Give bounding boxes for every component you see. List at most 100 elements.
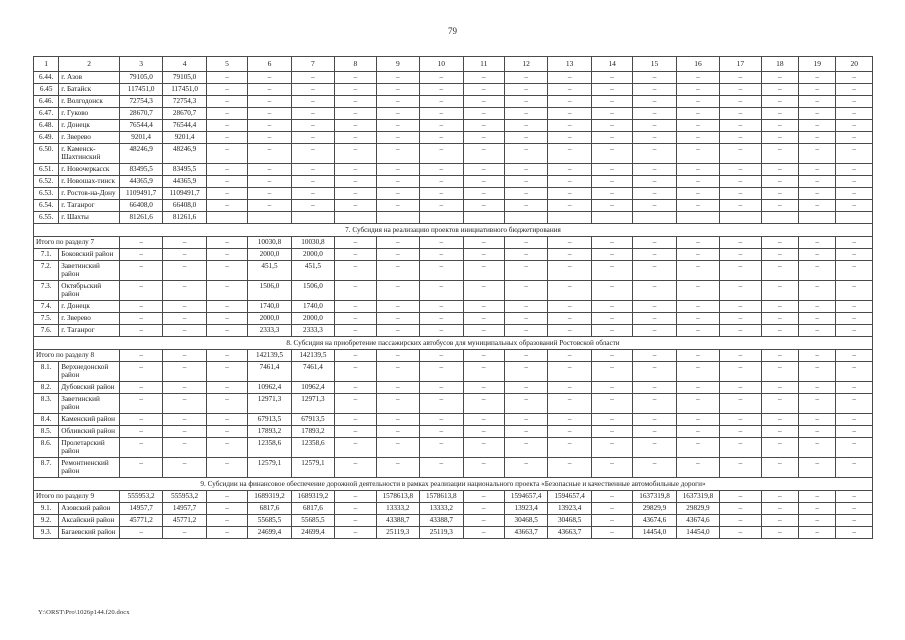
row-municipality-name: г. Новочеркасск xyxy=(58,162,120,176)
row-value-col-5: – xyxy=(205,424,249,438)
section-total-value-11: – xyxy=(462,489,505,503)
row-value-col-14: – xyxy=(590,162,634,176)
row-value-col-6: 6817,6 xyxy=(247,501,292,515)
row-value-col-17: – xyxy=(719,311,762,325)
row-value-col-5: – xyxy=(205,380,249,394)
row-municipality-name: Азовский район xyxy=(58,501,120,515)
row-value-col-6: – xyxy=(247,143,292,164)
row-value-col-11: – xyxy=(462,71,505,84)
row-value-col-8: – xyxy=(334,513,377,527)
row-value-col-16: – xyxy=(675,71,721,84)
row-value-col-13: – xyxy=(547,392,592,414)
row-value-col-17: – xyxy=(719,323,762,337)
row-value-col-9: – xyxy=(375,186,421,200)
row-value-col-12: – xyxy=(503,380,549,394)
row-value-col-6: 12971,3 xyxy=(247,392,292,414)
row-value-col-20: – xyxy=(835,360,873,382)
row-value-col-13: – xyxy=(547,174,592,188)
row-value-col-4: – xyxy=(162,380,207,394)
row-value-col-18: – xyxy=(760,525,800,539)
row-value-col-15: – xyxy=(632,436,677,458)
row-value-col-10: – xyxy=(419,392,464,414)
row-value-col-8: – xyxy=(334,412,377,426)
row-value-col-7: – xyxy=(290,95,336,108)
row-value-col-18: – xyxy=(760,380,800,394)
row-municipality-name: Багаевский район xyxy=(58,525,120,539)
row-value-col-14: – xyxy=(590,380,634,394)
row-value-col-19: – xyxy=(798,95,837,108)
row-value-col-19: – xyxy=(798,186,837,200)
row-value-col-10 xyxy=(419,210,464,224)
section-total-label: Итого по разделу 7 xyxy=(33,235,120,249)
row-value-col-17: – xyxy=(719,525,762,539)
row-value-col-7: 17893,2 xyxy=(290,424,336,438)
row-number: 6.50. xyxy=(32,143,60,164)
column-number-6: 6 xyxy=(247,56,292,72)
section-total-value-13: – xyxy=(547,348,592,362)
row-value-col-5: – xyxy=(205,198,249,212)
row-value-col-12: – xyxy=(503,247,549,261)
row-value-col-15: – xyxy=(632,279,677,301)
row-value-col-9: – xyxy=(375,380,421,394)
row-value-col-7: 2000,0 xyxy=(290,247,336,261)
row-value-col-9: – xyxy=(375,311,421,325)
row-value-col-10: – xyxy=(419,424,464,438)
column-number-20: 20 xyxy=(835,56,873,72)
row-value-col-3: 14957,7 xyxy=(118,501,164,515)
row-value-col-6: 24699,4 xyxy=(247,525,292,539)
row-value-col-11: – xyxy=(462,525,505,539)
row-value-col-19: – xyxy=(798,525,837,539)
row-value-col-4: 76544,4 xyxy=(162,119,207,132)
column-number-10: 10 xyxy=(419,56,464,72)
section-total-value-14: – xyxy=(590,235,634,249)
row-value-col-14: – xyxy=(590,259,634,281)
row-value-col-4: 45771,2 xyxy=(162,513,207,527)
section-total-value-16: 1637319,8 xyxy=(675,489,721,503)
row-number: 9.2. xyxy=(32,513,60,527)
row-value-col-11: – xyxy=(462,143,505,164)
column-number-2: 2 xyxy=(58,56,120,72)
row-value-col-11: – xyxy=(462,513,505,527)
row-value-col-5: – xyxy=(205,174,249,188)
table-row: 6.51. г. Новочеркасск 83495,5 83495,5– – – – – –… xyxy=(32,162,873,176)
row-value-col-15: – xyxy=(632,198,677,212)
section-total-value-4: 555953,2 xyxy=(162,489,207,503)
row-value-col-9: – xyxy=(375,424,421,438)
row-value-col-16: 29829,9 xyxy=(675,501,721,515)
row-value-col-8: – xyxy=(334,501,377,515)
row-value-col-18: – xyxy=(760,198,800,212)
row-value-col-13: – xyxy=(547,119,592,132)
row-value-col-14: – xyxy=(590,525,634,539)
section-header-row: 7. Субсидия на реализацию проектов иници… xyxy=(33,222,873,237)
row-value-col-19: – xyxy=(798,412,837,426)
row-value-col-16: – xyxy=(675,83,721,96)
row-value-col-11: – xyxy=(462,436,505,458)
row-value-col-19: – xyxy=(798,323,837,337)
row-value-col-20: – xyxy=(835,131,873,144)
row-value-col-15: – xyxy=(632,186,677,200)
row-value-col-4: – xyxy=(162,436,207,458)
row-value-col-12: 43663,7 xyxy=(503,525,549,539)
row-value-col-6: 12358,6 xyxy=(247,436,292,458)
section-total-value-3: – xyxy=(118,348,164,362)
row-value-col-8: – xyxy=(334,247,377,261)
row-value-col-19: – xyxy=(798,392,837,414)
section-total-value-8: – xyxy=(334,235,377,249)
row-value-col-10: – xyxy=(419,119,464,132)
row-value-col-5: – xyxy=(205,131,249,144)
row-value-col-10: 25119,3 xyxy=(419,525,464,539)
row-municipality-name: Верхнедонской район xyxy=(58,360,120,382)
row-value-col-6: 67913,5 xyxy=(247,412,292,426)
row-value-col-5: – xyxy=(205,71,249,84)
row-value-col-20 xyxy=(835,210,873,224)
row-value-col-4: – xyxy=(162,360,207,382)
row-value-col-11: – xyxy=(462,107,505,120)
row-value-col-3: – xyxy=(118,456,164,478)
row-value-col-8: – xyxy=(334,186,377,200)
row-number: 7.5. xyxy=(32,311,60,325)
row-value-col-4: – xyxy=(162,424,207,438)
row-value-col-3: – xyxy=(118,392,164,414)
row-value-col-9: – xyxy=(375,279,421,301)
row-value-col-6: 2000,0 xyxy=(247,247,292,261)
section-total-value-6: 10030,8 xyxy=(247,235,292,249)
